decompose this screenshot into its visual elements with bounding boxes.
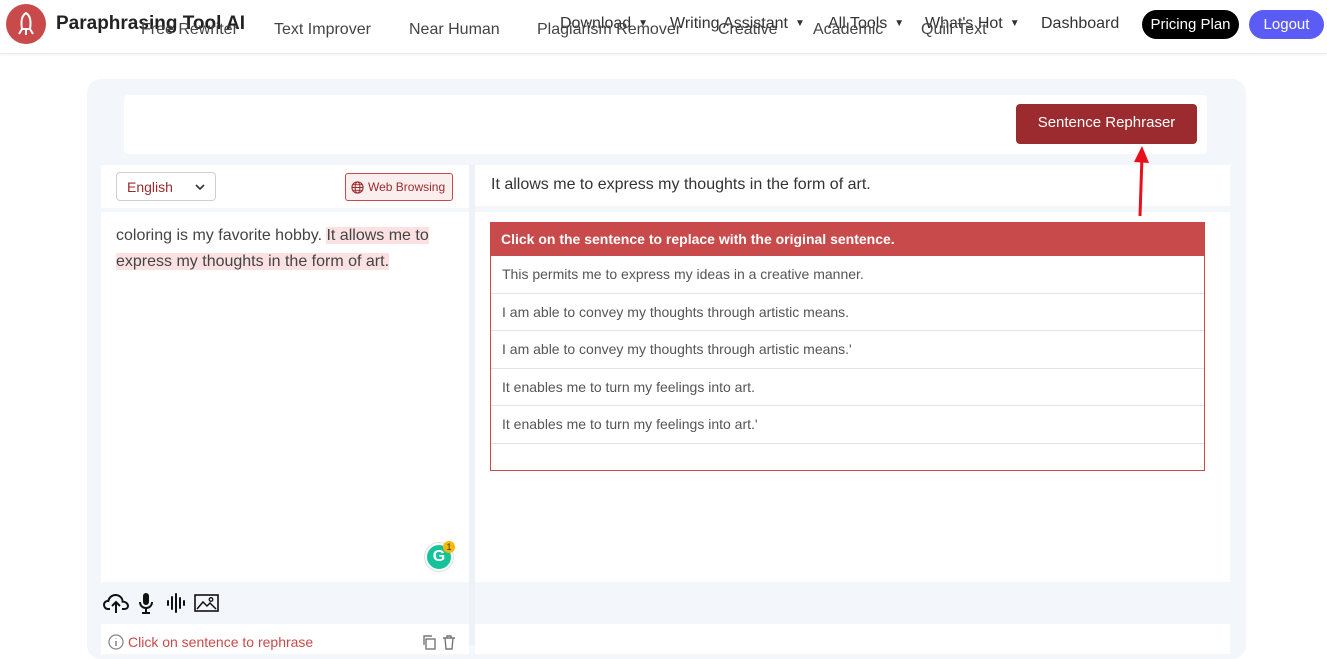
tab-free-rewriter[interactable]: Free Rewriter [141,21,238,39]
nav-dashboard[interactable]: Dashboard [1041,15,1119,33]
language-select-value: English [127,179,173,195]
audio-wave-icon[interactable] [166,592,186,614]
tab-text-improver[interactable]: Text Improver [274,21,371,39]
microphone-icon[interactable] [137,592,155,614]
output-footer [475,624,1230,654]
trash-icon[interactable] [441,634,457,650]
suggestions-header: Click on the sentence to replace with th… [491,223,1204,256]
tab-near-human[interactable]: Near Human [409,21,500,39]
annotation-arrow-icon [1134,146,1149,217]
tab-sentence-rephraser[interactable]: Sentence Rephraser [1016,104,1197,144]
input-text-plain: coloring is my favorite hobby. [116,227,327,244]
brand-logo-icon[interactable] [6,4,46,44]
globe-icon [351,181,364,194]
tab-creative[interactable]: Creative [718,21,778,39]
caret-down-icon: ▼ [894,18,905,29]
info-icon [108,634,124,650]
footer-actions [421,634,457,655]
caret-down-icon: ▼ [794,18,805,29]
suggestion-row[interactable]: I am able to convey my thoughts through … [491,331,1204,369]
tab-academic[interactable]: Academic [813,21,883,39]
caret-down-icon: ▼ [1009,18,1020,29]
rephrase-hint-text: Click on sentence to rephrase [128,634,314,650]
web-browsing-button[interactable]: Web Browsing [345,173,453,201]
selected-sentence: It allows me to express my thoughts in t… [491,176,871,193]
tab-plagiarism-remover[interactable]: Plagiarism Remover [537,21,681,39]
web-browsing-label: Web Browsing [368,180,446,194]
chevron-down-icon [195,184,205,191]
suggestion-row[interactable]: It enables me to turn my feelings into a… [491,406,1204,444]
grammarly-count-badge: 1 [443,541,455,553]
copy-icon[interactable] [421,634,437,650]
pricing-plan-button[interactable]: Pricing Plan [1142,10,1239,39]
input-text[interactable]: coloring is my favorite hobby. It allows… [116,223,456,275]
suggestion-row[interactable]: I am able to convey my thoughts through … [491,294,1204,331]
rephrase-hint: Click on sentence to rephrase [108,634,313,650]
logout-button[interactable]: Logout [1249,10,1324,39]
suggestion-row[interactable]: It enables me to turn my feelings into a… [491,369,1204,406]
suggestions-table: Click on the sentence to replace with th… [490,222,1205,471]
cloud-upload-icon[interactable] [103,592,129,614]
image-icon[interactable] [194,592,219,614]
suggestion-row[interactable]: This permits me to express my ideas in a… [491,256,1204,294]
tab-quill-text[interactable]: Quill Text [921,21,987,39]
language-select[interactable]: English [116,172,216,201]
